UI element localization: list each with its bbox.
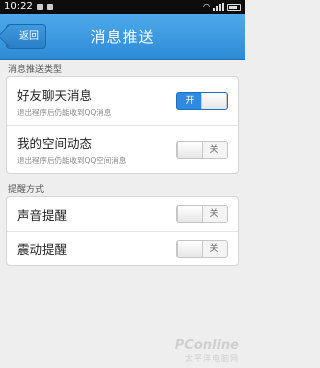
toggle-knob — [177, 240, 203, 257]
toggle-state: 关 — [209, 144, 219, 155]
vibrate-toggle[interactable]: 关 — [176, 239, 228, 258]
toggle-state: 开 — [185, 96, 195, 106]
battery-icon — [227, 3, 241, 11]
watermark-logo: PConline — [174, 338, 239, 353]
toggle-knob — [177, 141, 203, 158]
signal-icon — [213, 3, 224, 11]
reminder-card: 声音提醒 关 震动提醒 关 — [6, 196, 239, 266]
notification-icon-2 — [46, 4, 53, 10]
push-types-card: 好友聊天消息 退出程序后仍能收到QQ消息 开 我的空间动态 退出程序后仍能收到Q… — [6, 76, 239, 174]
notification-icon — [36, 4, 43, 10]
toggle-state: 关 — [209, 243, 219, 254]
setting-row-sound[interactable]: 声音提醒 关 — [7, 197, 238, 231]
friend-chat-toggle[interactable]: 开 — [176, 92, 228, 110]
sound-toggle[interactable]: 关 — [176, 205, 228, 223]
toggle-knob — [177, 206, 203, 222]
setting-row-vibrate[interactable]: 震动提醒 关 — [7, 231, 238, 265]
setting-row-qzone[interactable]: 我的空间动态 退出程序后仍能收到QQ空间消息 关 — [7, 125, 238, 173]
setting-row-friend-chat[interactable]: 好友聊天消息 退出程序后仍能收到QQ消息 开 — [7, 77, 238, 125]
qzone-toggle[interactable]: 关 — [176, 140, 228, 159]
section-label-push-types: 消息推送类型 — [8, 65, 63, 75]
page-title: 消息推送 — [90, 28, 155, 46]
toggle-knob — [201, 93, 227, 109]
back-button[interactable]: 返回 — [0, 24, 46, 49]
toggle-state: 关 — [209, 209, 219, 219]
watermark-subtitle: 太平洋电脑网 — [185, 354, 239, 363]
section-label-reminder: 提醒方式 — [8, 185, 45, 195]
back-arrow-icon — [0, 24, 21, 48]
status-time: 10:22 — [4, 1, 33, 12]
wifi-icon: ◠ — [203, 2, 210, 11]
title-bar: 返回 消息推送 — [0, 14, 245, 60]
watermark: PConline 太平洋电脑网 — [175, 338, 239, 364]
status-bar: 10:22 ◠ — [0, 0, 245, 14]
back-button-label: 返回 — [19, 31, 39, 42]
